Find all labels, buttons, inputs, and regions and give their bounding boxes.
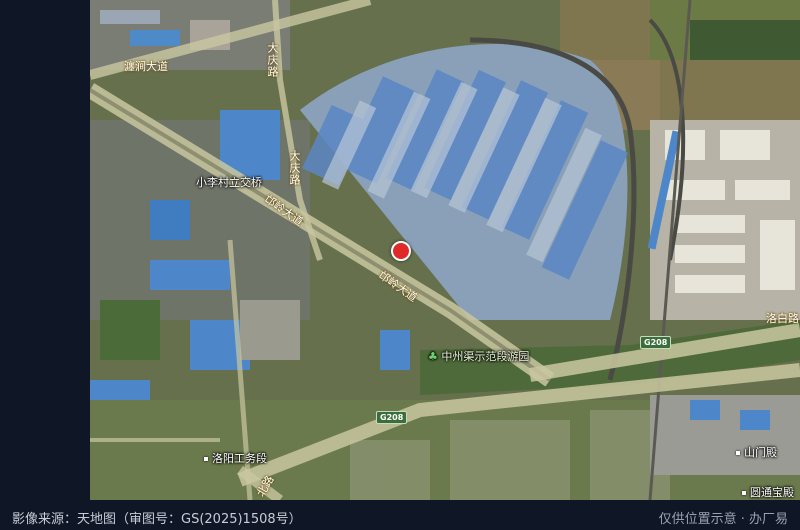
disclaimer: 仅供位置示意 · 办厂易 bbox=[658, 512, 788, 527]
satellite-map[interactable]: 瀍涧大道 大庆路 大庆路 小李村立交桥 邙岭大道 邙岭大道 ♣ 中州渠示范段游园… bbox=[90, 0, 800, 500]
highway-shield-g208-east: G208 bbox=[640, 336, 672, 349]
imagery-source: 影像来源：天地图（审图号：GS(2025)1508号） bbox=[12, 512, 302, 527]
satellite-imagery bbox=[90, 0, 800, 500]
poi-label-luoyang-works-text: 洛阳工务段 bbox=[212, 452, 267, 465]
poi-label-zhongzhou-park-text: 中州渠示范段游园 bbox=[441, 350, 530, 363]
poi-label-yuantong-text: 圆通宝殿 bbox=[750, 486, 794, 499]
poi-dot-icon bbox=[736, 451, 740, 455]
poi-label-yuantong: 圆通宝殿 bbox=[742, 484, 794, 500]
highway-shield-g208-south: G208 bbox=[376, 411, 408, 424]
road-label-daqing-north: 大庆路 bbox=[266, 42, 279, 78]
poi-dot-icon bbox=[742, 491, 746, 495]
tree-icon: ♣ bbox=[428, 350, 438, 363]
location-pin-icon[interactable] bbox=[391, 241, 411, 261]
poi-label-shanmen: 山门殿 bbox=[736, 444, 777, 460]
poi-label-zhongzhou-park: ♣ 中州渠示范段游园 bbox=[428, 348, 529, 364]
road-label-chanjian: 瀍涧大道 bbox=[124, 60, 168, 73]
map-footer: 影像来源：天地图（审图号：GS(2025)1508号） 仅供位置示意 · 办厂易 bbox=[0, 500, 800, 530]
poi-label-xiaoli-bridge: 小李村立交桥 bbox=[196, 176, 262, 189]
road-label-daqing-south: 大庆路 bbox=[288, 150, 301, 186]
poi-dot-icon bbox=[204, 457, 208, 461]
poi-label-luoyang-works: 洛阳工务段 bbox=[204, 450, 267, 466]
road-label-luobai: 洛白路 bbox=[766, 312, 799, 325]
left-sidebar bbox=[0, 0, 90, 500]
poi-label-shanmen-text: 山门殿 bbox=[744, 446, 777, 459]
